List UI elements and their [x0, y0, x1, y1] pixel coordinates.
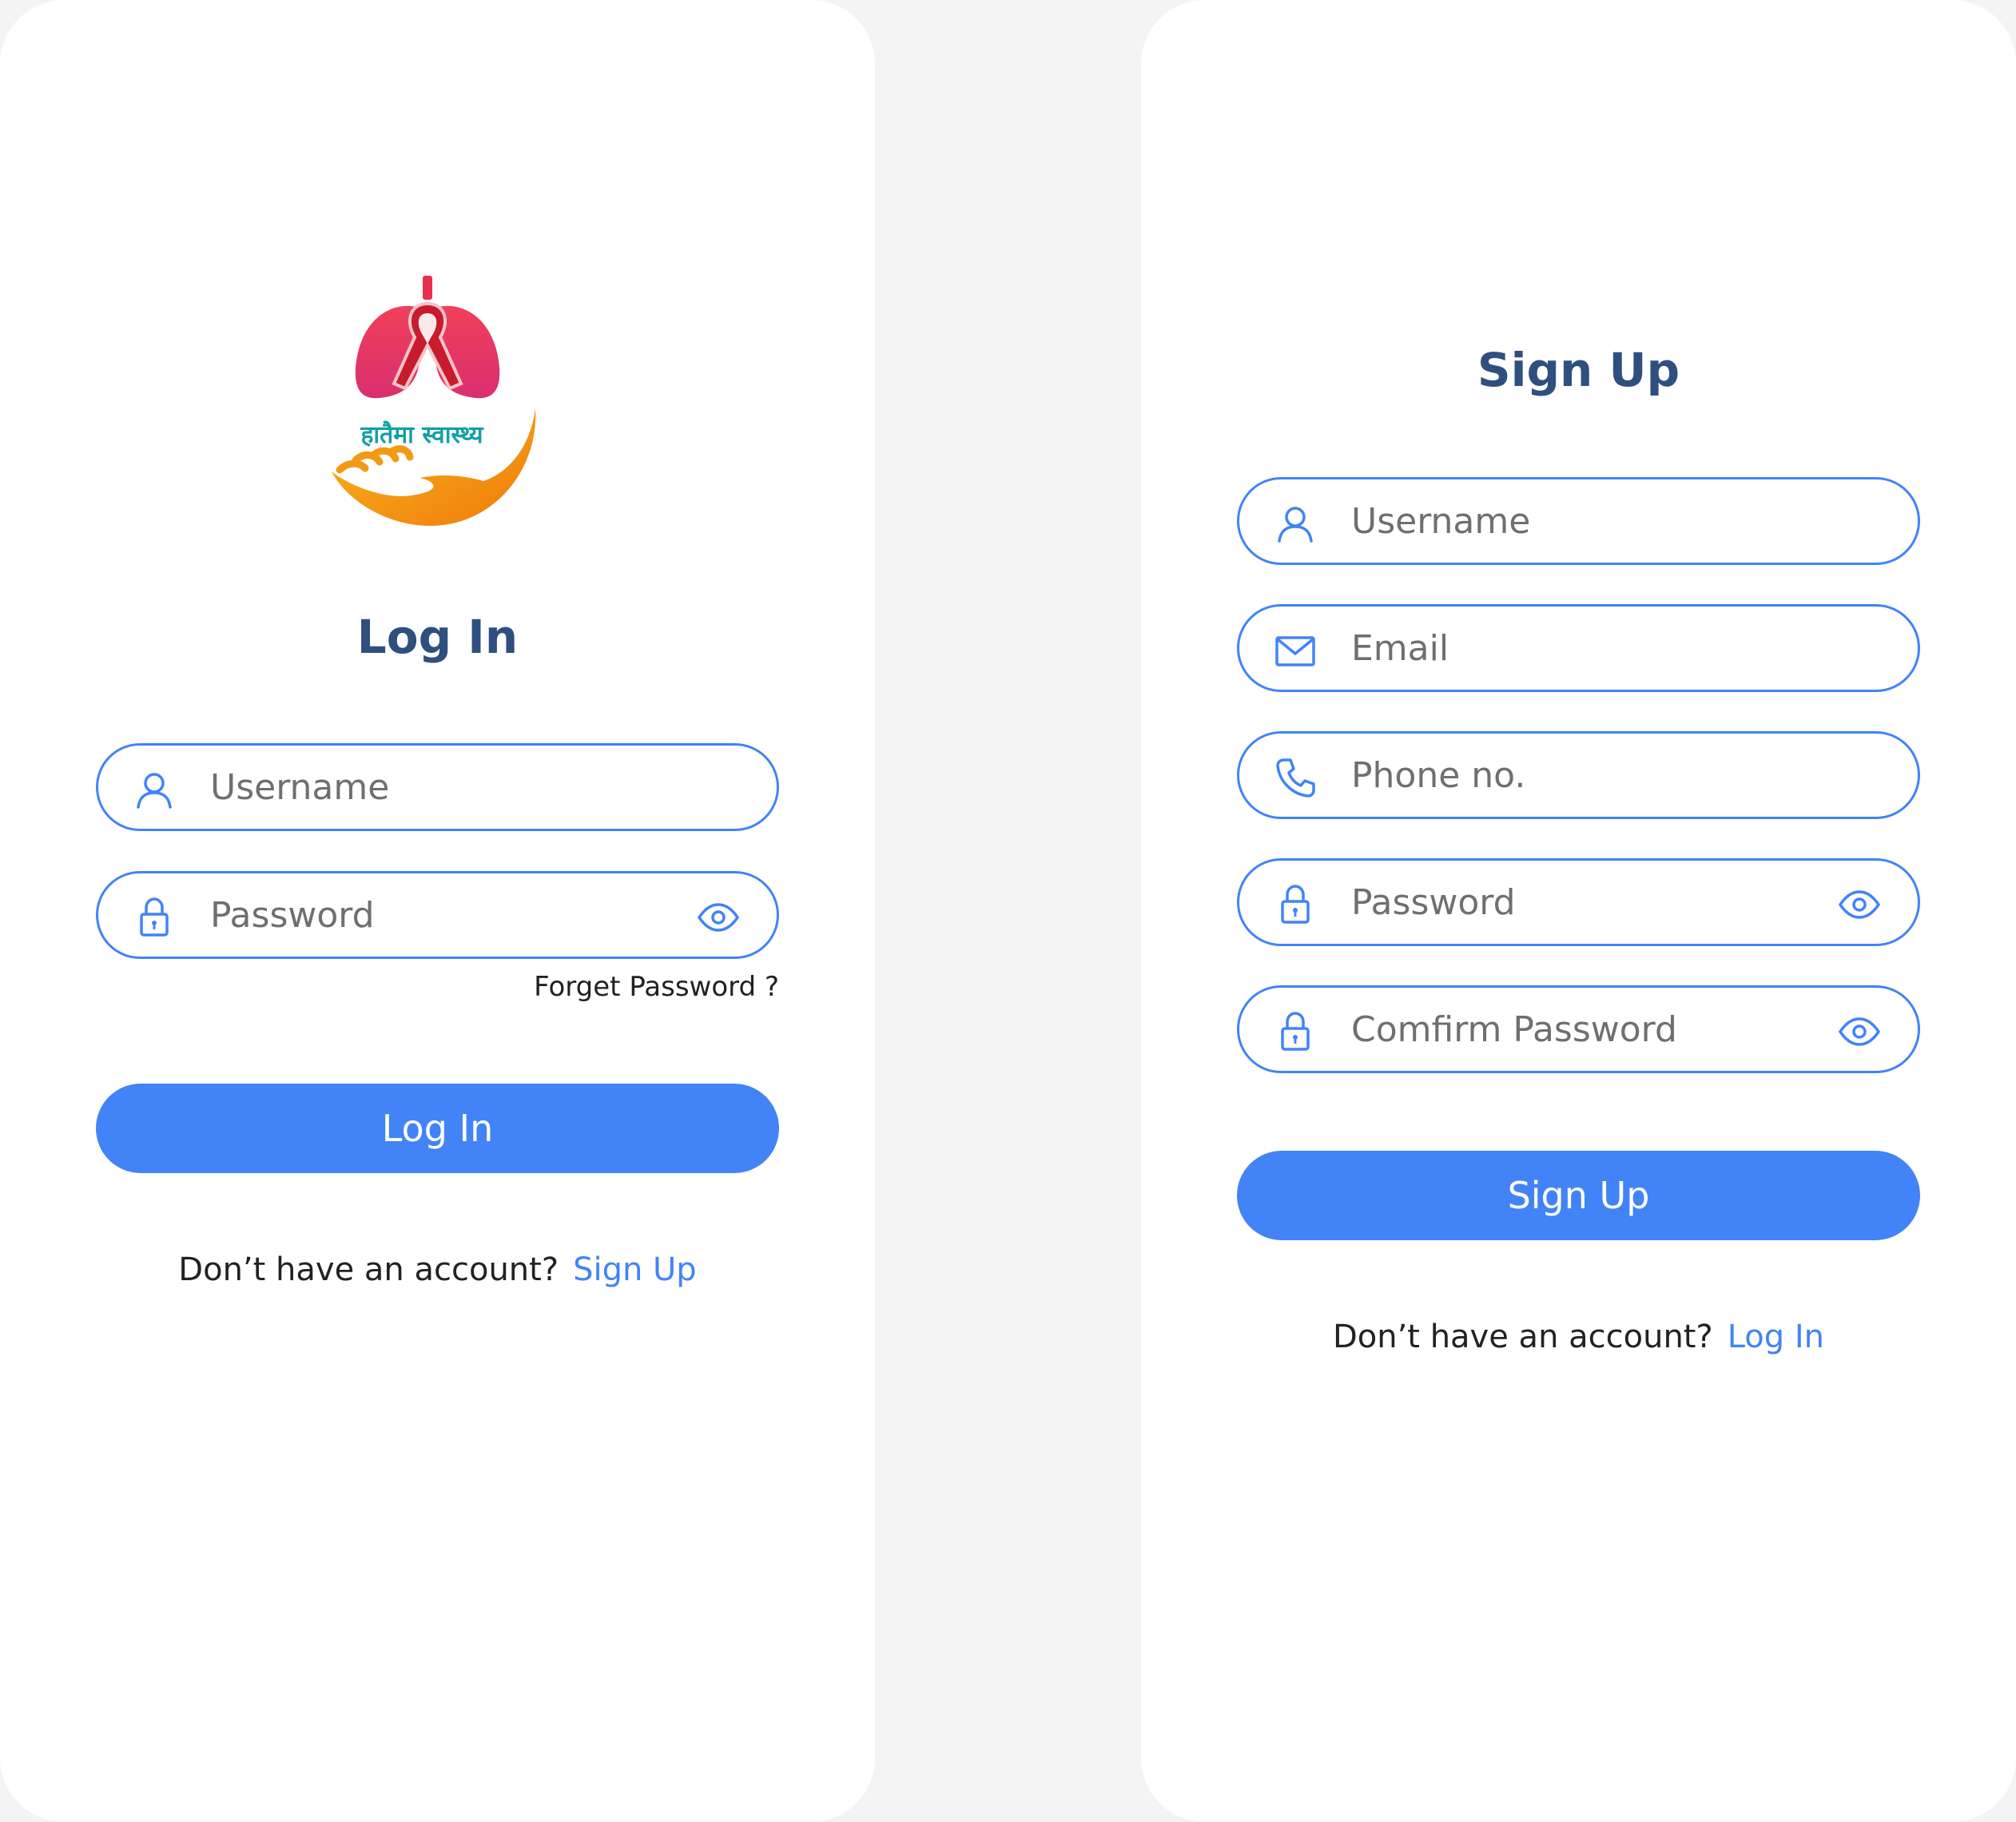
forgot-password-link[interactable]: Forget Password ?	[534, 971, 779, 1003]
signup-username-input[interactable]	[1351, 494, 1798, 548]
phone-icon	[1273, 755, 1318, 800]
login-card: हातैमा स्वास्थ्य Log In Forget Password …	[0, 0, 875, 1822]
signup-prompt-text: Don’t have an account?	[178, 1251, 559, 1288]
signup-password-input[interactable]	[1351, 875, 1798, 929]
signup-phone-input[interactable]	[1351, 748, 1798, 802]
logo-text: हातैमा स्वास्थ्य	[360, 421, 483, 449]
login-prompt-text: Don’t have an account?	[1332, 1319, 1713, 1355]
signup-username-field[interactable]	[1237, 477, 1920, 565]
login-button[interactable]: Log In	[96, 1084, 779, 1173]
login-username-input[interactable]	[210, 760, 657, 814]
login-password-input[interactable]	[210, 888, 657, 942]
app-logo: हातैमा स्वास्थ्य	[316, 272, 555, 535]
signup-title: Sign Up	[1477, 343, 1680, 397]
signup-email-input[interactable]	[1351, 621, 1798, 675]
mail-icon	[1273, 628, 1318, 673]
signup-password-field[interactable]	[1237, 858, 1920, 946]
user-icon	[1273, 501, 1318, 546]
signup-confirm-password-input[interactable]	[1351, 1002, 1798, 1056]
login-password-field[interactable]	[96, 871, 779, 959]
signup-link[interactable]: Sign Up	[573, 1251, 697, 1288]
user-icon	[132, 767, 177, 812]
signup-phone-field[interactable]	[1237, 731, 1920, 819]
lock-icon	[132, 895, 177, 940]
login-title: Log In	[356, 610, 519, 664]
lock-icon	[1273, 1009, 1318, 1054]
signup-button[interactable]: Sign Up	[1237, 1151, 1920, 1240]
signup-email-field[interactable]	[1237, 604, 1920, 692]
login-prompt: Don’t have an account? Log In	[1141, 1319, 2016, 1355]
eye-icon[interactable]	[1837, 887, 1882, 922]
eye-icon[interactable]	[1837, 1014, 1882, 1049]
login-link[interactable]: Log In	[1728, 1319, 1824, 1355]
signup-confirm-password-field[interactable]	[1237, 985, 1920, 1073]
eye-icon[interactable]	[696, 900, 741, 935]
signup-prompt: Don’t have an account? Sign Up	[0, 1251, 875, 1288]
login-username-field[interactable]	[96, 743, 779, 831]
signup-card: Sign Up Username Email Phone no. Sign Up…	[1141, 0, 2016, 1822]
lock-icon	[1273, 882, 1318, 927]
